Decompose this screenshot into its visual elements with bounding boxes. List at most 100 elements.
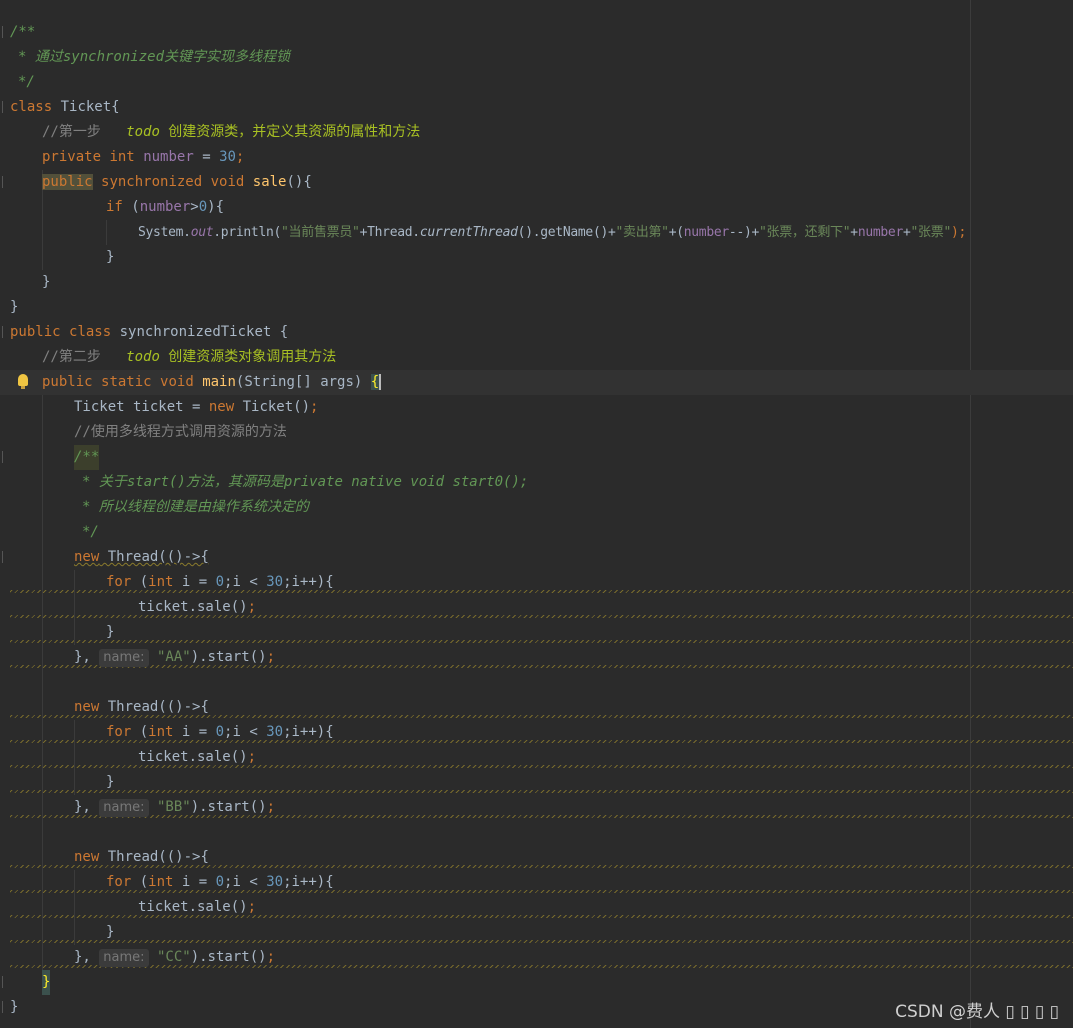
code-line[interactable]: * 关于start()方法，其源码是private native void st… (0, 470, 1073, 495)
code-line[interactable]: for (int i = 0;i < 30;i++){ (0, 570, 1073, 595)
code-line[interactable]: } (0, 770, 1073, 795)
indent-guide (74, 620, 75, 645)
indent-guide (42, 895, 43, 920)
javadoc-open: /** (74, 445, 100, 470)
thread-start: }, name: "BB").start(); (74, 799, 275, 817)
code-line[interactable]: }, name: "AA").start(); (0, 645, 1073, 670)
code-line[interactable]: * 所以线程创建是由操作系统决定的 (0, 495, 1073, 520)
code-line[interactable]: ticket.sale(); (0, 745, 1073, 770)
field-declaration: private int number = 30; (42, 149, 245, 165)
indent-guide (42, 845, 43, 870)
javadoc-open: /** (10, 24, 36, 40)
code-line[interactable]: ticket.sale(); (0, 595, 1073, 620)
line-comment: //使用多线程方式调用资源的方法 (74, 424, 287, 440)
javadoc-text: * 关于start()方法，其源码是private native void st… (82, 474, 529, 490)
fold-marker[interactable] (2, 176, 8, 188)
fold-marker[interactable] (2, 26, 8, 38)
text-caret (379, 374, 382, 390)
matched-brace: { (370, 374, 380, 390)
indent-guide (42, 445, 43, 470)
code-line[interactable]: * 通过synchronized关键字实现多线程锁 (0, 45, 1073, 70)
for-close-brace: } (106, 624, 115, 640)
code-line[interactable]: Ticket ticket = new Ticket(); (0, 395, 1073, 420)
code-line[interactable]: /** (0, 20, 1073, 45)
fold-marker[interactable] (2, 101, 8, 113)
code-line[interactable]: }, name: "BB").start(); (0, 795, 1073, 820)
code-line[interactable]: System.out.println("当前售票员"+Thread.curren… (0, 220, 1073, 245)
code-line[interactable]: } (0, 245, 1073, 270)
indent-guide (42, 470, 43, 495)
code-line[interactable]: }, name: "CC").start(); (0, 945, 1073, 970)
code-line[interactable]: //第一步 todo 创建资源类，并定义其资源的属性和方法 (0, 120, 1073, 145)
indent-guide (42, 745, 43, 770)
class-close-brace: } (10, 299, 19, 315)
for-close-brace: } (106, 774, 115, 790)
code-line[interactable]: class Ticket{ (0, 95, 1073, 120)
code-line[interactable]: new Thread(()->{ (0, 545, 1073, 570)
code-line[interactable]: new Thread(()->{ (0, 695, 1073, 720)
fold-marker[interactable] (2, 1001, 8, 1013)
indent-guide (74, 720, 75, 745)
public-class-declaration: public class synchronizedTicket { (10, 324, 289, 340)
indent-guide (42, 395, 43, 420)
code-line[interactable]: public synchronized void sale(){ (0, 170, 1073, 195)
parameter-hint: name: (99, 949, 149, 967)
code-line[interactable]: public class synchronizedTicket { (0, 320, 1073, 345)
main-method-declaration: public static void main(String[] args) { (42, 374, 382, 390)
indent-guide (42, 945, 43, 970)
thread-start: }, name: "CC").start(); (74, 949, 275, 967)
fold-marker[interactable] (2, 451, 8, 463)
indent-guide (42, 420, 43, 445)
code-line[interactable]: } (0, 920, 1073, 945)
code-line[interactable]: if (number>0){ (0, 195, 1073, 220)
indent-guide (42, 495, 43, 520)
class-declaration: class Ticket{ (10, 99, 120, 115)
method-declaration: public synchronized void sale(){ (42, 174, 312, 190)
indent-guide (42, 545, 43, 570)
code-line[interactable]: /** (0, 445, 1073, 470)
todo-comment: //第一步 todo 创建资源类，并定义其资源的属性和方法 (42, 124, 421, 140)
indent-guide (106, 220, 107, 245)
code-line-current[interactable]: public static void main(String[] args) { (0, 370, 1073, 395)
code-line[interactable] (0, 670, 1073, 695)
code-line[interactable]: } (0, 970, 1073, 995)
code-line[interactable]: private int number = 30; (0, 145, 1073, 170)
indent-guide (42, 870, 43, 895)
indent-guide (74, 920, 75, 945)
code-line[interactable] (0, 820, 1073, 845)
indent-guide (74, 745, 75, 770)
fold-marker[interactable] (2, 326, 8, 338)
code-line[interactable]: //第二步 todo 创建资源类对象调用其方法 (0, 345, 1073, 370)
code-editor[interactable]: /** * 通过synchronized关键字实现多线程锁 */ class T… (0, 0, 1073, 1028)
javadoc-close: */ (82, 524, 99, 540)
code-line[interactable]: } (0, 620, 1073, 645)
code-line[interactable]: new Thread(()->{ (0, 845, 1073, 870)
lightbulb-icon[interactable] (18, 374, 28, 389)
code-line[interactable]: */ (0, 70, 1073, 95)
indent-guide (42, 520, 43, 545)
thread-start: }, name: "AA").start(); (74, 649, 275, 667)
indent-guide (74, 770, 75, 795)
code-line[interactable]: */ (0, 520, 1073, 545)
code-line[interactable]: for (int i = 0;i < 30;i++){ (0, 720, 1073, 745)
method-close-brace: } (42, 274, 51, 290)
sale-call: ticket.sale(); (138, 899, 257, 915)
code-line[interactable]: ticket.sale(); (0, 895, 1073, 920)
indent-guide (42, 820, 43, 845)
code-line[interactable]: //使用多线程方式调用资源的方法 (0, 420, 1073, 445)
indent-guide (42, 220, 43, 245)
fold-marker[interactable] (2, 976, 8, 988)
javadoc-text: * 通过synchronized关键字实现多线程锁 (18, 49, 291, 65)
indent-guide (74, 595, 75, 620)
for-loop: for (int i = 0;i < 30;i++){ (106, 874, 334, 890)
fold-marker[interactable] (2, 551, 8, 563)
indent-guide (42, 595, 43, 620)
code-line[interactable]: } (0, 295, 1073, 320)
code-line[interactable]: for (int i = 0;i < 30;i++){ (0, 870, 1073, 895)
for-loop: for (int i = 0;i < 30;i++){ (106, 724, 334, 740)
thread-creation: new Thread(()->{ (74, 849, 209, 865)
code-line[interactable]: } (0, 270, 1073, 295)
main-close-brace: } (42, 970, 51, 995)
println-statement: System.out.println("当前售票员"+Thread.curren… (138, 225, 967, 240)
indent-guide (42, 670, 43, 695)
